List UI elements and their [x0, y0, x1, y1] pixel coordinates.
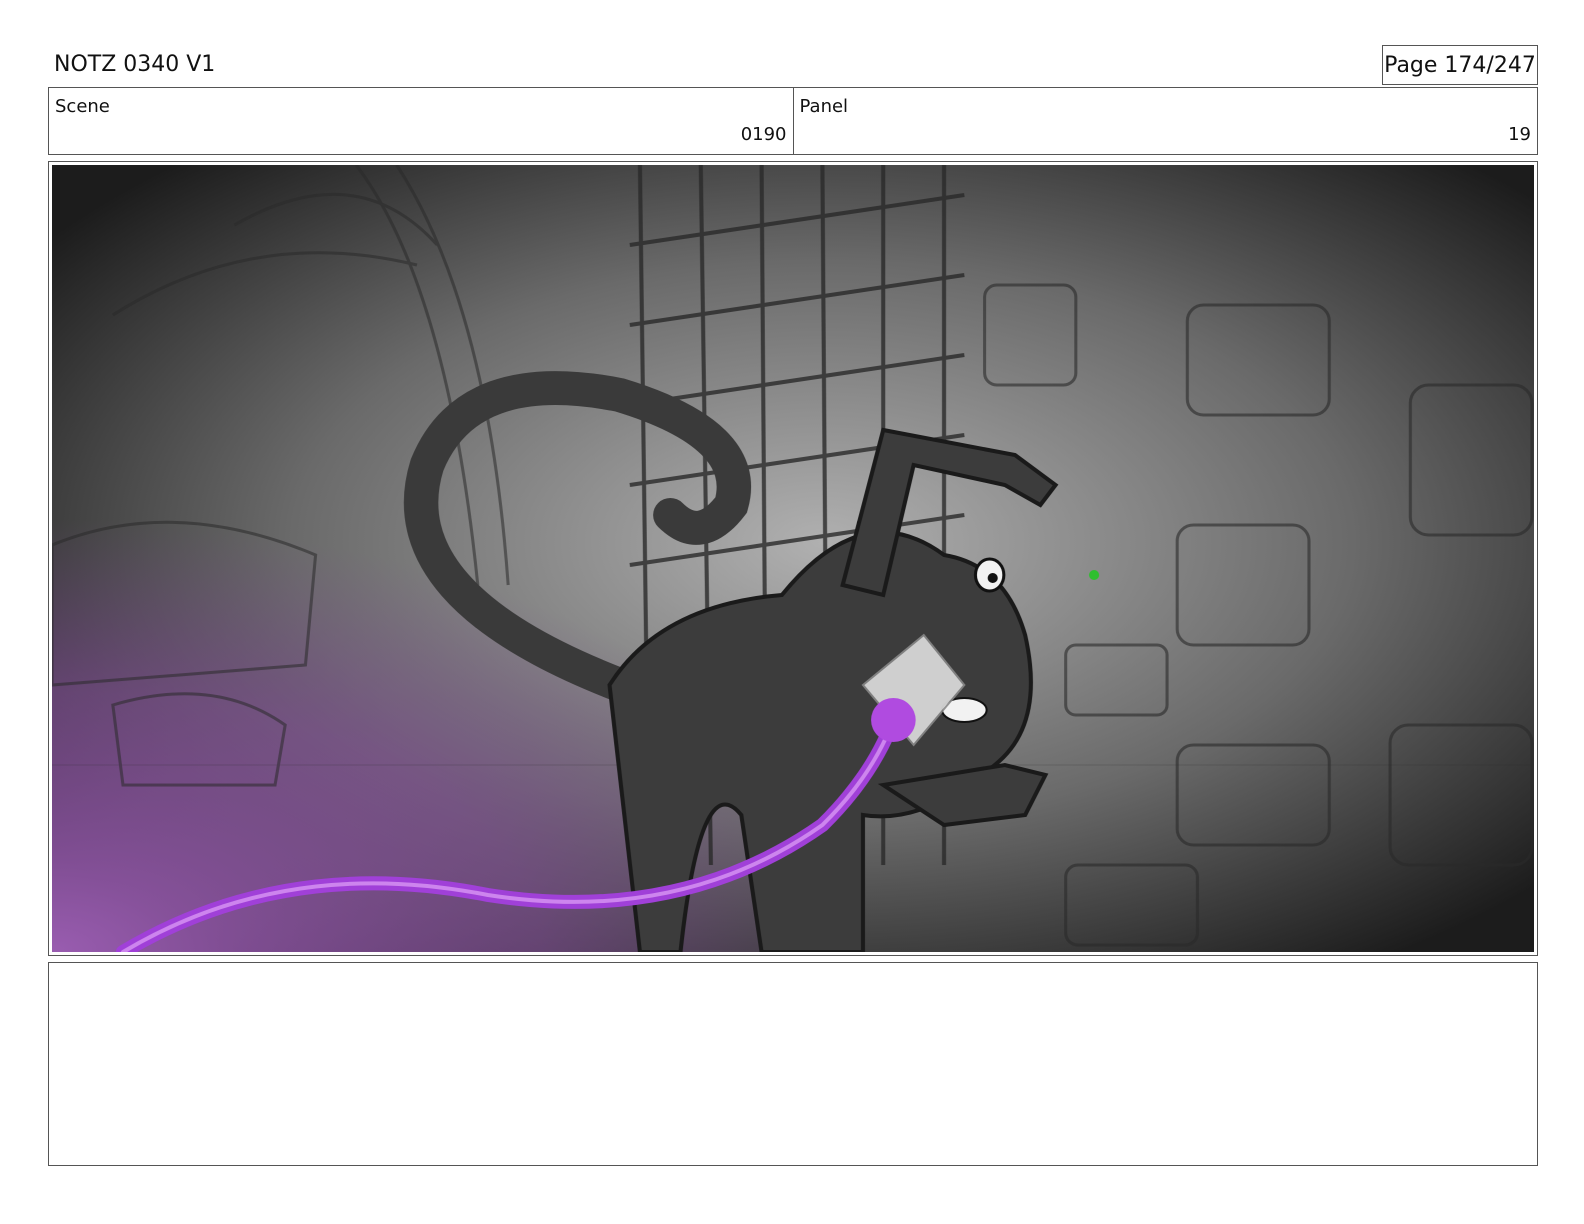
- page-number-box: Page 174/247: [1382, 45, 1538, 85]
- scene-value: 0190: [740, 124, 787, 145]
- panel-notes-box: [48, 962, 1538, 1166]
- scene-cell: Scene 0190: [49, 88, 793, 154]
- document-title: NOTZ 0340 V1: [54, 52, 216, 77]
- scene-panel-info-row: Scene 0190 Panel 19: [48, 87, 1538, 155]
- scene-label: Scene: [55, 96, 110, 117]
- green-light-dot: [1088, 570, 1100, 580]
- storyboard-panel-frame: [48, 161, 1538, 956]
- panel-cell: Panel 19: [792, 88, 1538, 154]
- panel-value: 19: [1508, 124, 1531, 145]
- panel-label: Panel: [799, 96, 849, 117]
- storyboard-sketch-image: [52, 165, 1534, 952]
- purple-beam-tip: [871, 698, 916, 742]
